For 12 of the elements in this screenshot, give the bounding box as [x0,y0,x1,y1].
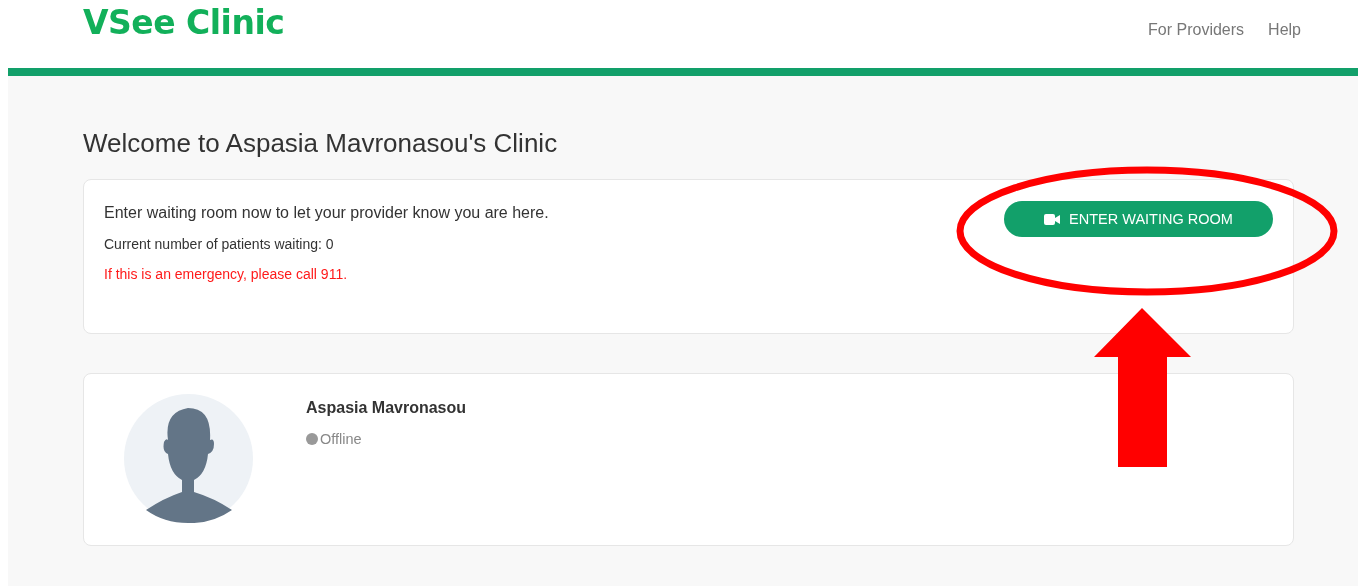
nav-link[interactable]: For Providers [1148,21,1245,39]
status-text: Offline [320,431,362,447]
emergency-text: If this is an emergency, please call 911. [104,266,349,282]
video-camera-icon [1044,213,1061,225]
patients-waiting-text: Current number of patients waiting: 0 [104,236,335,252]
waiting-message: Enter waiting room now to let your provider know you are here. [104,204,549,222]
nav-link[interactable]: Help [1268,21,1301,39]
enter-waiting-room-button[interactable]: ENTER WAITING ROOM [1004,201,1273,237]
provider-name: Aspasia Mavronasou [306,399,467,417]
page-title: Welcome to Aspasia Mavronasou's Clinic [83,128,559,159]
avatar-silhouette-icon [124,394,253,523]
logo: VSee Clinic [83,2,285,42]
